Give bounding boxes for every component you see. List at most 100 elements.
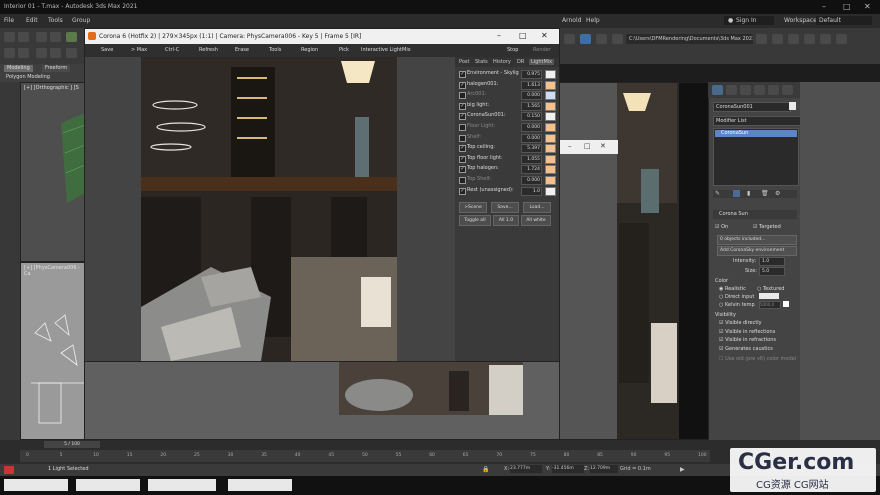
toggle-all-button[interactable]: Toggle all [459,215,491,226]
lightmix-color-swatch[interactable] [545,176,556,185]
lightmix-checkbox[interactable] [459,92,466,100]
lightmix-intensity[interactable]: 1.565 [521,101,542,111]
render-icon[interactable] [772,34,783,44]
select-icon[interactable] [36,48,47,58]
vfb-stop-button[interactable]: Stop [507,47,518,53]
modifier-list-dropdown[interactable]: Modifier List [713,116,801,126]
toggle-ribbon-icon[interactable] [564,34,575,44]
lightmix-intensity[interactable]: 0.150 [521,112,542,122]
lightmix-checkbox[interactable]: ✓ [459,166,466,174]
layer-icon[interactable] [18,48,29,58]
vfb-to-max-button[interactable]: > Max [131,47,147,53]
pin-stack-icon[interactable]: ✎ [715,190,720,197]
sign-in-button[interactable]: ● Sign In [724,16,774,25]
lightmix-intensity[interactable]: 5.397 [521,144,542,154]
x-coordinate[interactable]: 23.777m [510,465,542,473]
workspace-select[interactable]: Default [816,16,872,25]
close-icon[interactable]: ✕ [600,142,606,150]
vfb-copy-button[interactable]: Ctrl-C [165,47,179,53]
teapot-icon[interactable] [804,34,815,44]
lightmix-checkbox[interactable]: ✓ [459,102,466,110]
visibility-option[interactable]: ☑ Visible in reflections [719,329,775,335]
visibility-option[interactable]: ☑ Visible in refractions [719,337,776,343]
lightmix-row[interactable]: ✓ Environment - Skylight 0.975 [459,69,557,79]
undo-icon[interactable] [4,32,15,42]
tab-stats[interactable]: Stats [473,59,490,65]
on-checkbox-icon[interactable]: ☑ [715,224,719,230]
visibility-option[interactable]: ☑ Generates caustics [719,346,773,352]
checkbox-icon[interactable]: ☑ [719,346,723,352]
bind-icon[interactable] [66,32,77,42]
lightmix-color-swatch[interactable] [545,165,556,175]
vfb-maximize-icon[interactable]: □ [519,31,527,40]
render-image[interactable] [141,57,397,361]
lightmix-save-button[interactable]: Save... [491,202,519,213]
radio-textured[interactable]: ○ Textured [757,286,784,292]
lightmix-checkbox[interactable] [459,134,466,142]
vfb-render-button[interactable]: Render [533,47,551,53]
lightmix-intensity[interactable]: 0.975 [521,70,542,79]
lightmix-color-swatch[interactable] [545,144,556,154]
viewport-label-bottom[interactable]: [+] [PhysCamera006 - Ca [24,265,85,277]
direct-input-swatch[interactable] [759,293,779,299]
lightmix-row[interactable]: Shelf: 0.000 [459,133,557,143]
menu-tools[interactable]: Tools [48,17,63,24]
show-end-result-icon[interactable] [733,190,740,197]
lightmix-intensity[interactable]: 1.724 [521,165,542,175]
minimize-icon[interactable]: – [568,142,572,150]
vfb-tools-button[interactable]: Tools [269,47,281,53]
lightmix-color-swatch[interactable] [545,70,556,79]
tab-freeform[interactable]: Freeform [42,65,71,72]
project-path[interactable]: C:\Users\DFMRendering\Documents\3ds Max … [626,34,753,44]
track-bar[interactable]: 0 5 10 15 20 25 30 35 40 45 50 55 60 65 70 75 80 85 90 95 10… [20,450,710,462]
maximize-icon[interactable]: □ [843,2,851,11]
vfb-pick-button[interactable]: Pick [339,47,349,53]
viewport-lower[interactable] [84,360,560,440]
checkbox-icon[interactable]: ☑ [719,337,723,343]
make-unique-icon[interactable]: ▮ [747,190,750,197]
menu-file[interactable]: File [4,17,14,24]
viewport-label-top[interactable]: [+] [Orthographic ] [S [24,85,79,91]
scene-explorer-icon[interactable] [4,48,15,58]
checkbox-icon[interactable]: ☑ [719,320,723,326]
lightmix-row[interactable]: Arc001: 0.000 [459,90,557,101]
lightmix-color-swatch[interactable] [545,101,556,111]
object-color-swatch[interactable] [789,102,796,110]
minimize-icon[interactable]: – [822,2,826,11]
lightmix-load-button[interactable]: Load... [523,202,551,213]
tab-lightmix[interactable]: LightMix [529,59,555,65]
vfb-minimize-icon[interactable]: – [497,31,501,40]
vfb-save-button[interactable]: Save [101,47,113,53]
radio-icon[interactable]: ○ [757,286,761,292]
lightmix-checkbox[interactable]: ✓ [459,155,466,163]
display-tab-icon[interactable] [768,85,779,95]
on-checkbox-row[interactable]: ☑ On [715,224,728,230]
vfb-close-icon[interactable]: ✕ [541,31,548,40]
lightmix-intensity[interactable]: 0.000 [521,123,542,132]
targeted-checkbox-row[interactable]: ☑ Targeted [753,224,781,230]
utilities-tab-icon[interactable] [782,85,793,95]
radio-direct-input[interactable]: ○ Direct input [719,294,754,300]
menu-edit[interactable]: Edit [26,17,38,24]
render-setup-icon[interactable] [596,34,607,44]
lightmix-color-swatch[interactable] [545,123,556,132]
lightmix-color-swatch[interactable] [545,186,556,196]
taskbar-item-1[interactable] [4,479,68,491]
lightmix-checkbox[interactable]: ✓ [459,71,466,78]
taskbar-item-2[interactable] [76,479,140,491]
redo-icon[interactable] [18,32,29,42]
lightmix-row[interactable]: ✓ big light: 1.565 [459,101,557,111]
radio-icon[interactable]: ○ [719,294,723,300]
vfb-region-button[interactable]: Region [301,47,318,53]
lightmix-row[interactable]: ✓ Top ceiling: 5.397 [459,143,557,154]
viewport-camera[interactable]: [+] [PhysCamera006 - Ca [20,262,86,440]
intensity-spinner[interactable]: 1.0 [759,257,785,266]
lightmix-intensity[interactable]: 0.000 [521,176,542,185]
maximize-icon[interactable]: □ [584,142,591,150]
render-active-icon[interactable] [820,34,831,44]
lightmix-checkbox[interactable] [459,177,466,184]
y-coordinate[interactable]: -31.456m [552,465,584,473]
tab-modeling[interactable]: Modeling [4,65,33,72]
z-coordinate[interactable]: 12.709m [590,465,618,473]
tab-history[interactable]: History [491,59,513,65]
